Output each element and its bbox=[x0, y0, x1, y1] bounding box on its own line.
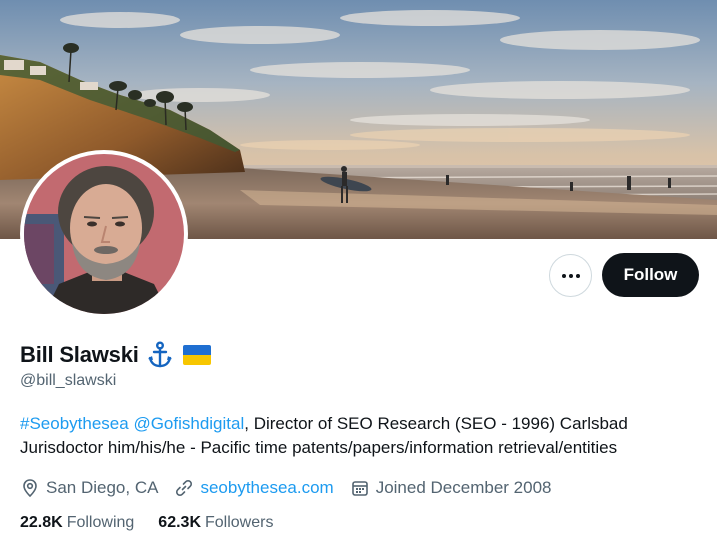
followers-link[interactable]: 62.3K Followers bbox=[158, 514, 273, 532]
profile-name-row: Bill Slawski bbox=[20, 340, 211, 370]
more-options-button[interactable] bbox=[549, 254, 592, 297]
ukraine-flag-icon bbox=[182, 345, 211, 365]
profile-handle: @bill_slawski bbox=[20, 372, 117, 389]
location-item: San Diego, CA bbox=[20, 478, 158, 498]
bio-hashtag-link[interactable]: #Seobythesea bbox=[20, 414, 129, 433]
follow-button[interactable]: Follow bbox=[602, 253, 699, 297]
more-horizontal-icon bbox=[561, 273, 580, 278]
joined-item: Joined December 2008 bbox=[350, 478, 552, 498]
bio-text-line2: Jurisdoctor him/his/he - Pacific time pa… bbox=[20, 438, 618, 457]
followers-count: 62.3K bbox=[158, 514, 201, 531]
display-name: Bill Slawski bbox=[20, 342, 139, 367]
website-item: seobythesea.com bbox=[174, 478, 334, 498]
following-link[interactable]: 22.8K Following bbox=[20, 514, 134, 532]
link-icon bbox=[176, 479, 193, 497]
profile-avatar[interactable] bbox=[20, 150, 188, 318]
calendar-icon bbox=[351, 481, 368, 496]
bio-text-line1: , Director of SEO Research (SEO - 1996) … bbox=[244, 414, 628, 433]
profile-meta: San Diego, CA seobythesea.com Joined Dec… bbox=[20, 476, 567, 500]
location-text: San Diego, CA bbox=[46, 478, 159, 497]
location-pin-icon bbox=[23, 479, 37, 498]
profile-stats: 22.8K Following 62.3K Followers bbox=[20, 514, 297, 532]
bio-mention-link[interactable]: @Gofishdigital bbox=[133, 414, 244, 433]
following-label: Following bbox=[66, 514, 135, 531]
anchor-icon bbox=[147, 341, 173, 369]
following-count: 22.8K bbox=[20, 514, 63, 531]
joined-text: Joined December 2008 bbox=[375, 478, 552, 497]
profile-bio: #Seobythesea @Gofishdigital, Director of… bbox=[20, 412, 700, 460]
website-link[interactable]: seobythesea.com bbox=[200, 478, 333, 498]
followers-label: Followers bbox=[205, 514, 274, 531]
